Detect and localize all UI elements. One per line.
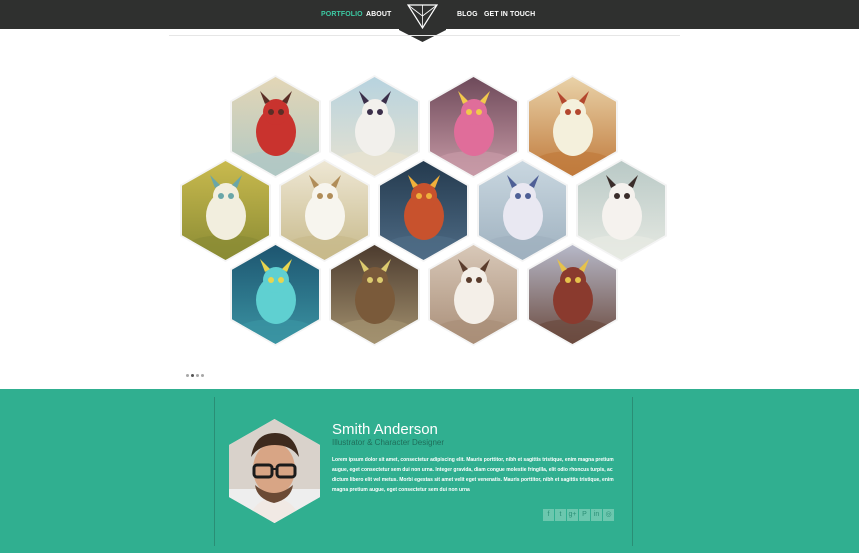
facebook-icon[interactable]: f [543,509,554,521]
portfolio-item-red-tentacle-monster[interactable] [378,159,469,262]
portfolio-thumbnail [578,161,665,260]
bio-description: Lorem ipsum dolor sit amet, consectetur … [332,457,614,493]
portfolio-item-red-horned-monster[interactable] [230,75,321,178]
portfolio-item-white-owl-monster[interactable] [527,75,618,178]
slider-pager[interactable] [186,374,204,377]
portfolio-thumbnail [380,161,467,260]
portfolio-thumbnail [182,161,269,260]
linkedin-icon[interactable]: in [591,509,602,521]
portfolio-thumbnail [232,245,319,344]
nav-about-link[interactable]: ABOUT [366,11,391,18]
pager-dot[interactable] [196,374,199,377]
portfolio-item-yeti-hood[interactable] [576,159,667,262]
pinterest-icon[interactable]: P [579,509,590,521]
portfolio-thumbnail [331,245,418,344]
portfolio-item-white-dragon[interactable] [428,243,519,346]
portfolio-item-sheep-robot[interactable] [329,75,420,178]
portfolio-thumbnail [430,245,517,344]
nav-blog-link[interactable]: BLOG [457,11,478,18]
bio-left-rule [214,397,215,546]
portfolio-item-jellyfish[interactable] [230,243,321,346]
bio-right-rule [632,397,633,546]
header-divider [169,35,680,36]
portfolio-item-tiki-mask-tower[interactable] [329,243,420,346]
portfolio-thumbnail [529,77,616,176]
google-plus-icon[interactable]: g+ [567,509,578,521]
pager-dot[interactable] [201,374,204,377]
portfolio-item-mountain-creature[interactable] [527,243,618,346]
pager-dot[interactable] [191,374,194,377]
portfolio-thumbnail [529,245,616,344]
portfolio-thumbnail [281,161,368,260]
portfolio-thumbnail [430,77,517,176]
portfolio-item-white-stag[interactable] [279,159,370,262]
portfolio-thumbnail [479,161,566,260]
dribbble-icon[interactable]: ◎ [603,509,614,521]
portfolio-item-sleeping-yellow-creature[interactable] [180,159,271,262]
portfolio-item-pink-cyclops[interactable] [428,75,519,178]
nav-portfolio-link[interactable]: PORTFOLIO [321,11,363,18]
twitter-icon[interactable]: t [555,509,566,521]
portfolio-thumbnail [232,77,319,176]
bio-name: Smith Anderson [332,421,438,438]
nav-get-in-touch-link[interactable]: GET IN TOUCH [484,11,535,18]
social-links: f t g+ Pin ◎ [543,509,619,521]
bio-role: Illustrator & Character Designer [332,438,445,447]
portfolio-thumbnail [331,77,418,176]
portfolio-item-white-yeti-pair[interactable] [477,159,568,262]
pager-dot[interactable] [186,374,189,377]
